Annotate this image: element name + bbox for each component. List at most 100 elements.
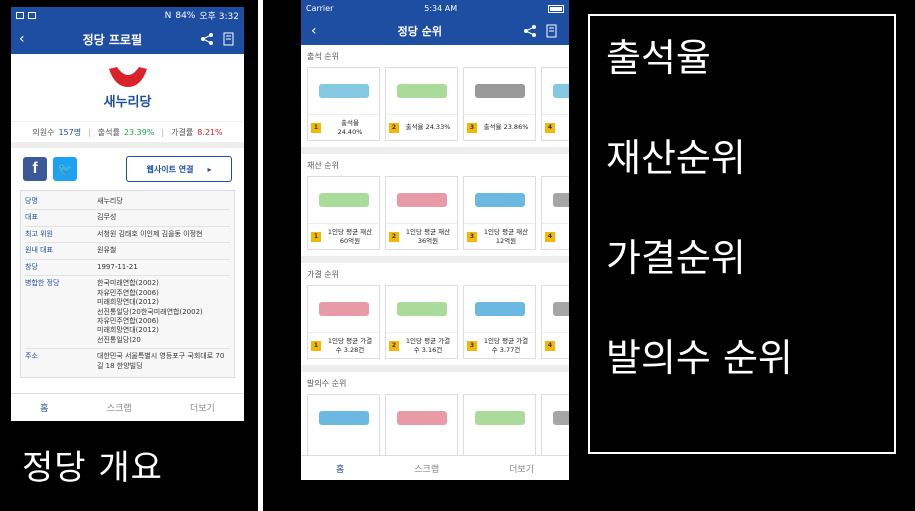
image-icon	[28, 12, 36, 19]
tab-more[interactable]: 더보기	[509, 462, 534, 475]
ranking-card[interactable]: 2 1인당 평균 가결 수 3.16건	[385, 285, 458, 359]
website-button[interactable]: 웹사이트 연결 ▸	[126, 156, 232, 182]
card-footer: 1 1인당 평균 재산 60억원	[308, 223, 379, 249]
card-label: 1인당 평균 재산 12억원	[483, 228, 529, 245]
party-logo-image	[308, 286, 379, 332]
card-footer: 1 출석율 24.40%	[308, 114, 379, 140]
share-icon[interactable]	[200, 32, 214, 46]
blurred-logo	[552, 411, 569, 425]
info-key: 병합한 정당	[25, 279, 60, 288]
info-value: 대한민국 서울특별시 영등포구 국회대로 70길 18 한양빌딩	[97, 352, 225, 370]
card-footer: 41인	[542, 223, 569, 249]
card-footer: 2 출석율 24.33%	[386, 114, 457, 140]
ranking-card[interactable]: 2 출석율 24.33%	[385, 67, 458, 141]
card-label: 1인당 평균 가결 수 3.28건	[327, 337, 373, 354]
party-logo-image	[308, 177, 379, 223]
blurred-logo	[318, 193, 369, 207]
card-label: 1인	[558, 341, 569, 349]
info-key: 최고 위원	[25, 229, 53, 238]
ranking-card[interactable]: 3 출석율 23.86%	[463, 67, 536, 141]
ranking-card[interactable]: 1 1인당 평균 가결 수 3.28건	[307, 285, 380, 359]
ranking-card[interactable]: 4출석	[541, 67, 569, 141]
rank-badge: 3	[467, 340, 477, 351]
info-row: 창당 1997-11-21	[25, 260, 230, 277]
party-logo: 새누리당	[11, 54, 244, 122]
tab-home[interactable]: 홈	[336, 462, 344, 475]
party-info-table: 당명 새누리당 대표 김무성 최고 위원 서청원 김태호 이인제 김을동 이정현원내 대표…	[20, 190, 235, 379]
twitter-icon[interactable]: 🐦	[53, 157, 77, 181]
card-label: 1인당 평균 가결 수 3.77건	[483, 337, 529, 354]
tab-scrap[interactable]: 스크랩	[414, 462, 439, 475]
carrier: Carrier	[306, 4, 334, 13]
blurred-logo	[474, 193, 525, 207]
card-footer: 2 1인당 평균 재산 36억원	[386, 223, 457, 249]
facebook-icon[interactable]: f	[23, 157, 47, 181]
ranking-section: 가결 순위 1 1인당 평균 가결 수 3.28건 2 1인당 평균 가결 수 3.16…	[301, 263, 569, 365]
status-bar: Carrier 5:34 AM	[301, 0, 569, 17]
notification-icon	[16, 12, 24, 19]
blurred-logo	[552, 193, 569, 207]
info-row: 당명 새누리당	[25, 194, 230, 211]
tab-more[interactable]: 더보기	[190, 401, 215, 414]
signal-indicator: N	[164, 10, 172, 21]
card-label: 1인	[558, 232, 569, 240]
info-key: 당명	[25, 197, 38, 205]
blurred-logo	[474, 302, 525, 316]
clock: 5:34 AM	[424, 4, 458, 13]
ranking-cards: 1 1인당 평균 가결 수 3.28건 2 1인당 평균 가결 수 3.16건 3 1인당…	[307, 285, 569, 359]
tab-scrap[interactable]: 스크랩	[107, 401, 132, 414]
ranking-card[interactable]: 1 1인당 평균 재산 60억원	[307, 176, 380, 250]
party-logo-image	[542, 68, 569, 114]
attendance-label: 출석률	[97, 127, 120, 137]
ranking-section: 재산 순위 1 1인당 평균 재산 60억원 2 1인당 평균 재산 36억원 3 1인당 …	[301, 154, 569, 256]
ranking-card[interactable]: 3 1인당 평균 재산 12억원	[463, 176, 536, 250]
ranking-card[interactable]: 3 1인당 평균 가결 수 3.77건	[463, 285, 536, 359]
party-logo-image	[464, 68, 535, 114]
blurred-logo	[552, 302, 569, 316]
party-ranking-screen: Carrier 5:34 AM ‹ 정당 순위 출석 순위 1 출석율 24.40%…	[301, 0, 569, 480]
rank-badge: 1	[311, 340, 321, 351]
rank-badge: 4	[545, 231, 555, 242]
composite-canvas: N 84% 오후 3:32 ‹ 정당 프로필 새누리당 의원수 157명 | 출…	[0, 0, 915, 511]
info-value: 한국미래연합(2002) 자유민주연합(2006) 미래희망연대(2012) 선…	[97, 279, 203, 344]
ranking-card[interactable]: 1 출석율 24.40%	[307, 67, 380, 141]
tab-home[interactable]: 홈	[40, 401, 48, 414]
legend-votes: 가결순위	[606, 236, 746, 280]
caption-party-overview: 정당 개요	[22, 448, 163, 488]
party-logo-image	[308, 395, 379, 441]
rank-badge: 4	[545, 340, 555, 351]
status-bar: N 84% 오후 3:32	[11, 7, 244, 24]
card-label: 1인당 평균 재산 60억원	[327, 228, 373, 245]
info-row: 대표 김무성	[25, 210, 230, 227]
document-icon[interactable]	[222, 32, 236, 46]
clock: 오후 3:32	[199, 12, 239, 22]
rank-badge: 2	[389, 122, 399, 133]
info-key: 원내 대표	[25, 246, 53, 255]
rank-badge: 1	[311, 231, 321, 242]
info-row: 최고 위원 서청원 김태호 이인제 김을동 이정현	[25, 227, 230, 244]
info-key: 창당	[25, 262, 38, 271]
bottom-tab-bar: 홈 스크랩 더보기	[301, 455, 569, 480]
back-icon[interactable]: ‹	[311, 23, 317, 39]
members-value: 157명	[58, 127, 82, 137]
ranking-cards: 1 1인당 평균 재산 60억원 2 1인당 평균 재산 36억원 3 1인당 평균 재산…	[307, 176, 569, 250]
document-icon[interactable]	[545, 24, 559, 38]
back-icon[interactable]: ‹	[19, 31, 25, 47]
party-logo-image	[308, 68, 379, 114]
ranking-cards: 1 출석율 24.40% 2 출석율 24.33% 3 출석율 23.86% 4출석	[307, 67, 569, 141]
ranking-card[interactable]: 41인	[541, 176, 569, 250]
attendance-value: 23.39%	[123, 127, 155, 137]
ranking-card[interactable]: 2 1인당 평균 재산 36억원	[385, 176, 458, 250]
ranking-card[interactable]: 41인	[541, 285, 569, 359]
vote-value: 8.21%	[197, 127, 223, 137]
share-icon[interactable]	[523, 24, 537, 38]
blurred-logo	[318, 411, 369, 425]
blurred-logo	[474, 411, 525, 425]
rank-badge: 3	[467, 122, 477, 133]
card-footer: 1 1인당 평균 가결 수 3.28건	[308, 332, 379, 358]
rank-badge: 1	[311, 122, 321, 133]
card-label: 출석율 23.86%	[483, 123, 529, 132]
page-title: 정당 순위	[397, 25, 442, 38]
section-title: 가결 순위	[307, 270, 339, 279]
members-label: 의원수	[32, 127, 55, 137]
